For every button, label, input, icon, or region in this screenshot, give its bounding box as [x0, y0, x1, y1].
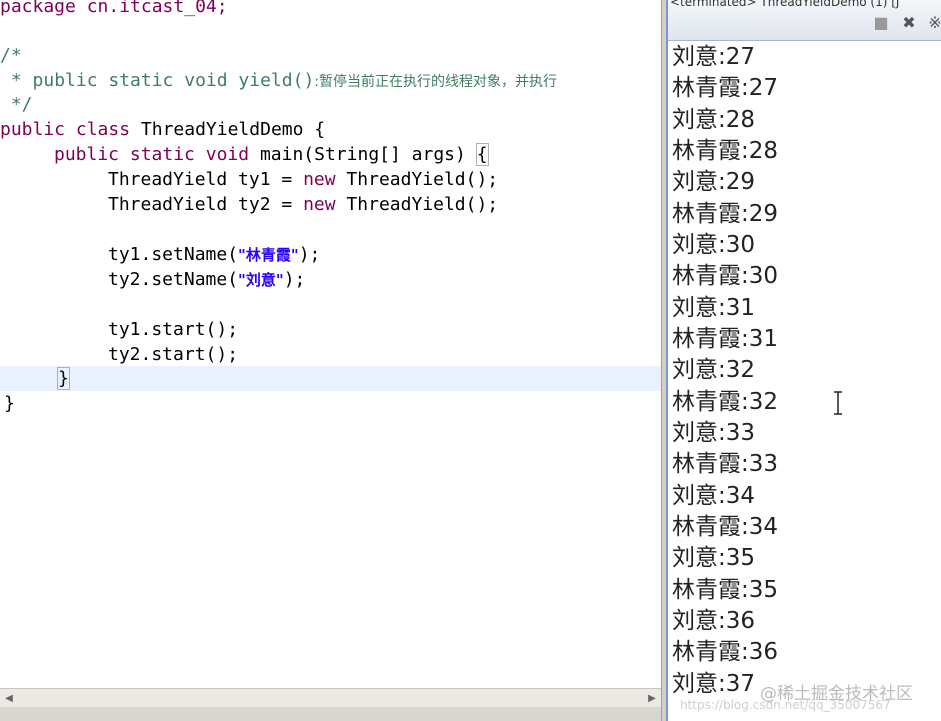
console-output-line: 林青霞:33 [672, 451, 779, 478]
comment-signature: public static void yield() [32, 70, 315, 91]
console-output-line: 林青霞:27 [672, 75, 779, 102]
console-output-line: 林青霞:34 [672, 513, 779, 540]
code-line-comment-close: */ [0, 92, 33, 117]
code-line-ty2-start: ty2.start(); [108, 342, 238, 367]
code-line-ty1-setname: ty1.setName("林青霞"); [108, 242, 320, 267]
console-output-line: 林青霞:29 [672, 200, 779, 227]
console-output-line: 刘意:31 [672, 294, 756, 321]
string-literal: "刘意" [238, 271, 284, 289]
statement-end: ); [298, 244, 321, 265]
console-output-line: 林青霞:30 [672, 263, 779, 290]
code-line-main-decl: public static void main(String[] args) { [54, 142, 489, 167]
code-line-comment-open: /* [0, 43, 22, 68]
scroll-right-arrow-icon[interactable]: ▶ [643, 689, 661, 708]
console-output-line: 刘意:33 [672, 419, 756, 446]
matching-brace: { [475, 143, 489, 166]
code-line-ty1-start: ty1.start(); [108, 317, 238, 342]
console-output-line: 刘意:32 [672, 357, 756, 384]
stop-icon[interactable]: ■ [872, 14, 890, 32]
console-output-line: 林青霞:31 [672, 325, 779, 352]
code-line-close-class: } [4, 391, 15, 416]
class-name: ThreadYieldDemo { [130, 119, 326, 140]
console-output-line: 刘意:27 [672, 44, 756, 70]
status-bar [0, 707, 661, 721]
string-literal: "林青霞" [238, 246, 299, 264]
keyword-void: void [205, 144, 250, 165]
code-editor[interactable]: package cn.itcast_04; /* * public static… [0, 0, 661, 688]
console-title: <terminated> ThreadYieldDemo (1) [J [670, 0, 900, 9]
class-close-brace: } [4, 393, 15, 414]
main-signature: main(String[] args) [249, 144, 477, 165]
console-output-line: 刘意:34 [672, 482, 756, 509]
code-line-ty2-setname: ty2.setName("刘意"); [108, 267, 305, 292]
comment-open: /* [0, 45, 22, 66]
remove-all-terminated-icon[interactable]: ※ [926, 14, 941, 32]
ty1-start-call: ty1.start(); [108, 319, 239, 340]
keyword-new: new [303, 194, 336, 215]
console-output-line: 林青霞:36 [672, 639, 779, 666]
console-output-line: 刘意:35 [672, 545, 756, 572]
comment-prefix: * [0, 70, 33, 91]
ty2-constructor: ThreadYield(); [335, 194, 499, 215]
code-line-comment-body: * public static void yield():暂停当前正在执行的线程… [0, 68, 557, 93]
code-line-package: package cn.itcast_04; [0, 0, 228, 19]
code-line-close-main: } [57, 366, 70, 391]
ty2-setname-call: ty2.setName( [108, 269, 239, 290]
matching-brace-close: } [57, 367, 70, 390]
console-output-line: 刘意:29 [672, 169, 756, 196]
ty1-constructor: ThreadYield(); [335, 169, 499, 190]
ty1-setname-call: ty1.setName( [108, 244, 239, 265]
console-toolbar: <terminated> ThreadYieldDemo (1) [J ■ ✖ … [668, 0, 941, 41]
keyword-class: class [75, 119, 131, 140]
watermark-url: https://blog.csdn.net/qq_35007567 [680, 698, 891, 712]
console-view[interactable]: <terminated> ThreadYieldDemo (1) [J ■ ✖ … [666, 0, 941, 721]
package-statement: package cn.itcast_04; [0, 0, 228, 17]
keyword-new: new [303, 169, 336, 190]
console-output-line: 林青霞:35 [672, 576, 779, 603]
comment-close: */ [0, 94, 33, 115]
code-line-class-decl: public class ThreadYieldDemo { [0, 117, 325, 142]
code-line-ty2-decl: ThreadYield ty2 = new ThreadYield(); [108, 192, 498, 217]
console-output-line: 林青霞:32 [672, 388, 779, 415]
text-cursor-icon [834, 391, 842, 415]
ty2-start-call: ty2.start(); [108, 344, 239, 365]
statement-end: ); [283, 269, 306, 290]
console-output[interactable]: 刘意:27 林青霞:27 刘意:28 林青霞:28 刘意:29 林青霞:29 刘意:30 林青… [672, 42, 940, 700]
current-line-highlight [0, 366, 661, 391]
editor-horizontal-scrollbar[interactable]: ◀ ▶ [0, 688, 661, 708]
console-output-line: 刘意:36 [672, 607, 756, 634]
console-output-line: 林青霞:28 [672, 137, 779, 164]
ty2-declaration: ThreadYield ty2 = [108, 194, 304, 215]
code-line-ty1-decl: ThreadYield ty1 = new ThreadYield(); [108, 167, 498, 192]
ty1-declaration: ThreadYield ty1 = [108, 169, 304, 190]
keyword-public: public [0, 119, 66, 140]
console-output-line: 刘意:30 [672, 231, 756, 258]
keyword-static: static [129, 144, 195, 165]
console-output-line: 刘意:28 [672, 106, 756, 133]
keyword-public: public [54, 144, 120, 165]
comment-description: :暂停当前正在执行的线程对象，并执行 [314, 74, 557, 90]
remove-launch-icon[interactable]: ✖ [900, 14, 918, 32]
scroll-left-arrow-icon[interactable]: ◀ [0, 689, 18, 708]
